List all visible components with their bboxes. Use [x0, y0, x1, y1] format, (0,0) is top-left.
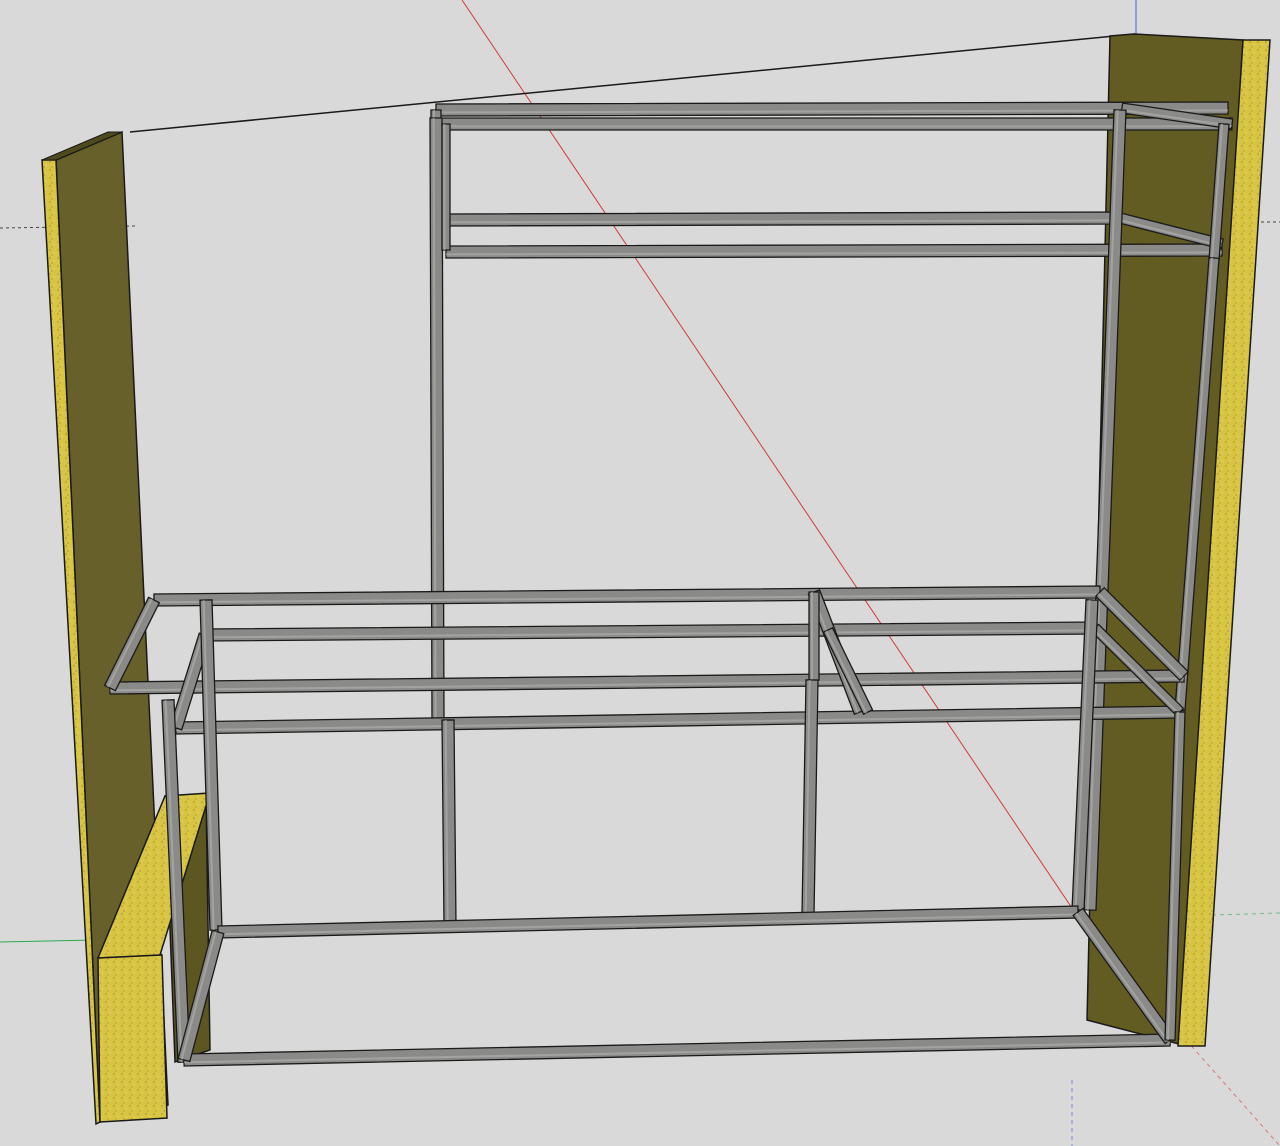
steel-tube-highlight-22 — [825, 630, 868, 714]
steel-tube-28 — [217, 905, 1079, 939]
steel-tube-4 — [445, 211, 1121, 227]
steel-tube-13 — [109, 669, 1185, 695]
steel-tube-17 — [175, 705, 1181, 735]
green-axis — [0, 939, 96, 943]
steel-tube-frame — [103, 101, 1234, 1067]
block-front — [97, 954, 168, 1123]
steel-tube-8 — [441, 123, 451, 251]
3d-scene[interactable] — [0, 0, 1280, 1146]
steel-tube-0 — [435, 101, 1229, 117]
steel-tube-1 — [435, 117, 1233, 131]
steel-tube-25 — [441, 719, 457, 926]
steel-tube-5 — [445, 243, 1223, 259]
guide-line — [129, 33, 1136, 133]
modeling-viewport[interactable] — [0, 0, 1280, 1146]
steel-tube-21 — [808, 591, 820, 681]
red-axis — [461, 0, 1081, 921]
steel-tube-29 — [183, 1033, 1171, 1067]
